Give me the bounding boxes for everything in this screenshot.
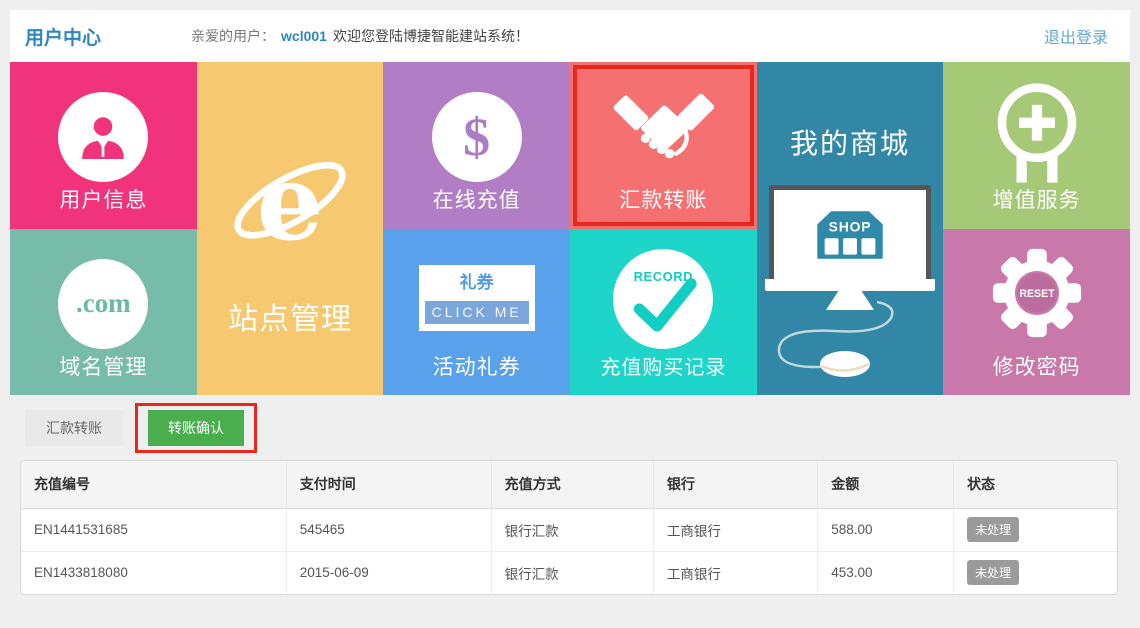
dotcom-icon: .com [58, 259, 148, 349]
table-row: EN1441531685 545465 银行汇款 工商银行 588.00 未处理 [21, 508, 1117, 551]
tile-activity-coupons[interactable]: 礼券 CLICK ME 活动礼券 [383, 229, 570, 396]
col-header-recharge-method: 充值方式 [491, 461, 653, 508]
record-check-icon: RECORD [613, 249, 713, 349]
tile-label: 活动礼券 [383, 351, 570, 381]
cell-recharge-id: EN1433818080 [21, 551, 286, 594]
coupon-icon: 礼券 CLICK ME [419, 265, 535, 331]
tile-label: 域名管理 [10, 351, 197, 381]
coupon-title: 礼券 [419, 265, 535, 301]
cell-amount: 453.00 [818, 551, 954, 594]
tile-label: 增值服务 [943, 184, 1130, 214]
col-header-payment-time: 支付时间 [286, 461, 491, 508]
username: wcl001 [281, 28, 327, 44]
tab-transfer-confirm[interactable]: 转账确认 [148, 410, 244, 446]
tile-online-recharge[interactable]: $ 在线充值 [383, 62, 570, 229]
tile-label: 充值购买记录 [570, 351, 757, 380]
cell-recharge-method: 银行汇款 [491, 508, 653, 551]
tab-remittance-transfer[interactable]: 汇款转账 [25, 410, 123, 446]
dollar-icon: $ [432, 92, 522, 182]
tile-label: 汇款转账 [570, 184, 757, 214]
table-row: EN1433818080 2015-06-09 银行汇款 工商银行 453.00… [21, 551, 1117, 594]
tile-user-info[interactable]: 用户信息 [10, 62, 197, 229]
tile-label: 用户信息 [10, 184, 197, 214]
col-header-status: 状态 [954, 461, 1117, 508]
cell-recharge-method: 银行汇款 [491, 551, 653, 594]
cell-payment-time: 2015-06-09 [286, 551, 491, 594]
monitor-base-bar [765, 279, 935, 291]
handshake-icon [612, 90, 714, 172]
tile-label: 修改密码 [943, 351, 1130, 381]
transfer-tabs: 汇款转账 转账确认 [25, 403, 257, 453]
cell-bank: 工商银行 [653, 551, 817, 594]
status-badge: 未处理 [967, 517, 1019, 542]
ie-logo-icon: e [228, 142, 352, 271]
welcome-suffix: 欢迎您登陆博捷智能建站系统！ [333, 28, 529, 44]
cell-bank: 工商银行 [653, 508, 817, 551]
page-title: 用户中心 [25, 23, 101, 50]
col-header-recharge-id: 充值编号 [21, 461, 286, 508]
svg-text:SHOP: SHOP [829, 218, 872, 234]
user-center-page: 用户中心 亲爱的用户： wcl001 欢迎您登陆博捷智能建站系统！ 退出登录 用户信… [0, 0, 1140, 628]
col-header-amount: 金额 [818, 461, 954, 508]
col-header-bank: 银行 [653, 461, 817, 508]
tile-value-added-services[interactable]: 增值服务 [943, 62, 1130, 229]
transfer-records-table: 充值编号 支付时间 充值方式 银行 金额 状态 EN1441531685 545… [20, 460, 1118, 595]
cell-recharge-id: EN1441531685 [21, 508, 286, 551]
tile-label: 在线充值 [383, 184, 570, 214]
cell-amount: 588.00 [818, 508, 954, 551]
click-me-button[interactable]: CLICK ME [425, 301, 529, 324]
shop-monitor-icon: SHOP [769, 185, 931, 279]
plus-circle-icon [990, 80, 1084, 191]
welcome-prefix: 亲爱的用户： [191, 28, 275, 44]
tile-my-mall[interactable]: 我的商城 SHOP [757, 62, 944, 395]
status-badge: 未处理 [967, 560, 1019, 585]
user-icon [58, 92, 148, 182]
tile-change-password[interactable]: RESET 修改密码 [943, 229, 1130, 396]
top-bar: 用户中心 亲爱的用户： wcl001 欢迎您登陆博捷智能建站系统！ 退出登录 [10, 10, 1130, 62]
mouse-icon [757, 300, 944, 389]
welcome-message: 亲爱的用户： wcl001 欢迎您登陆博捷智能建站系统！ [191, 26, 529, 46]
tile-site-management[interactable]: e 站点管理 [197, 62, 384, 395]
tile-label: 我的商城 [757, 122, 944, 162]
table-header-row: 充值编号 支付时间 充值方式 银行 金额 状态 [21, 461, 1117, 508]
tile-domain-management[interactable]: .com 域名管理 [10, 229, 197, 396]
svg-text:RESET: RESET [1019, 288, 1055, 300]
red-annotation-box: 转账确认 [135, 403, 257, 453]
cell-payment-time: 545465 [286, 508, 491, 551]
tile-recharge-purchase-records[interactable]: RECORD 充值购买记录 [570, 229, 757, 396]
logout-link[interactable]: 退出登录 [1044, 24, 1108, 48]
svg-text:e: e [257, 142, 324, 264]
tile-label: 站点管理 [197, 294, 384, 338]
reset-gear-icon: RESET [988, 244, 1086, 347]
tile-remittance-transfer[interactable]: 汇款转账 [570, 62, 757, 229]
dashboard-tile-grid: 用户信息 e 站点管理 $ 在线充值 [10, 62, 1130, 395]
